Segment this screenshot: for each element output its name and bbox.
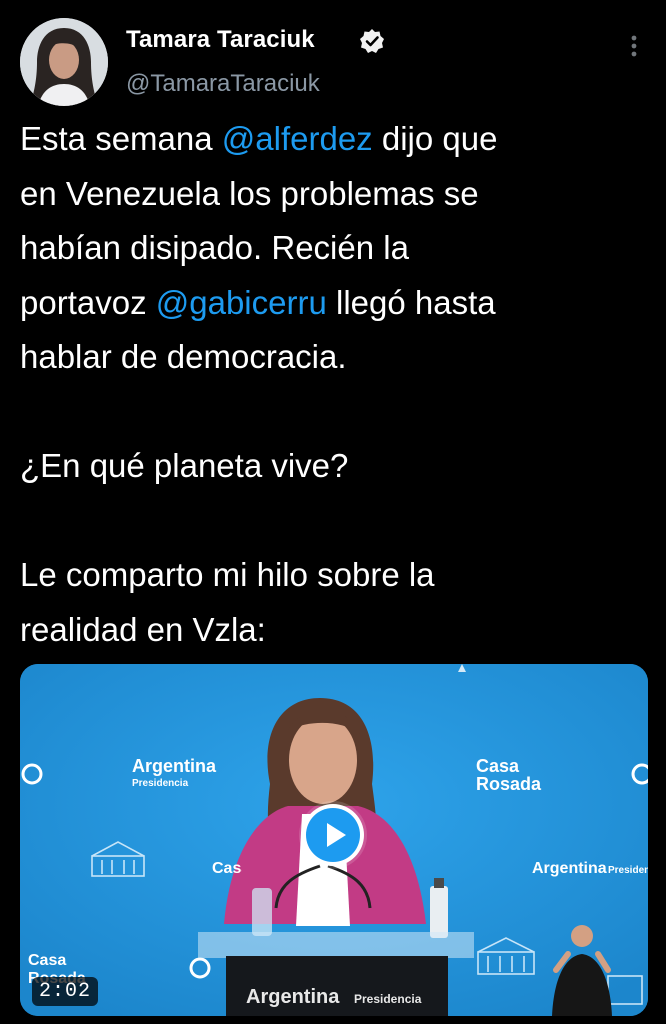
backdrop-label: Rosada [476, 774, 542, 794]
avatar-image [20, 18, 108, 106]
tweet-line: Le comparto mi hilo sobre la [20, 556, 435, 593]
mention-link[interactable]: @gabicerru [156, 284, 327, 321]
backdrop-label: Casa [212, 860, 242, 877]
verified-badge-icon [360, 29, 384, 53]
tweet-line: en Venezuela los problemas se [20, 174, 479, 212]
play-icon [306, 808, 360, 862]
text-segment: Esta semana [20, 120, 222, 157]
podium-label: Argentina [246, 986, 340, 1008]
podium-label: Presidencia [354, 992, 422, 1006]
backdrop-label: Presiden [608, 865, 648, 876]
text-segment: portavoz [20, 283, 156, 321]
backdrop-label: Presidencia [132, 778, 189, 789]
backdrop-label: Argentina [132, 756, 217, 776]
backdrop-label: Casa [28, 952, 67, 969]
mention-link[interactable]: @alferdez [222, 120, 373, 157]
text-segment: llegó hasta [326, 283, 496, 321]
author-avatar[interactable] [20, 18, 108, 106]
video-duration: 2:02 [32, 977, 99, 1006]
tweet-line: hablar de democracia. [20, 338, 347, 375]
tweet-line: portavoz @gabicerru llegó hasta [20, 276, 650, 331]
tweet-header: Tamara Taraciuk @TamaraTaraciuk [0, 0, 666, 110]
author-handle[interactable]: @TamaraTaraciuk [126, 70, 320, 98]
tweet-text: Esta semana @alferdez dijo que en Venezu… [20, 112, 650, 657]
text-segment: dijo que [372, 120, 498, 157]
video-player[interactable]: Argentina Presidencia Casa Rosada Casa A… [20, 664, 648, 1016]
tweet-line: Esta semana @alferdez dijo que [20, 112, 650, 167]
author-name[interactable]: Tamara Taraciuk [126, 26, 315, 54]
tweet-line: realidad en Vzla: [20, 610, 266, 648]
backdrop-label: Argentina [532, 860, 607, 877]
tweet-line: habían disipado. Recién la [20, 229, 409, 266]
play-button[interactable] [302, 804, 364, 866]
more-options-icon[interactable] [622, 32, 646, 60]
tweet-line: ¿En qué planeta vive? [20, 447, 349, 484]
